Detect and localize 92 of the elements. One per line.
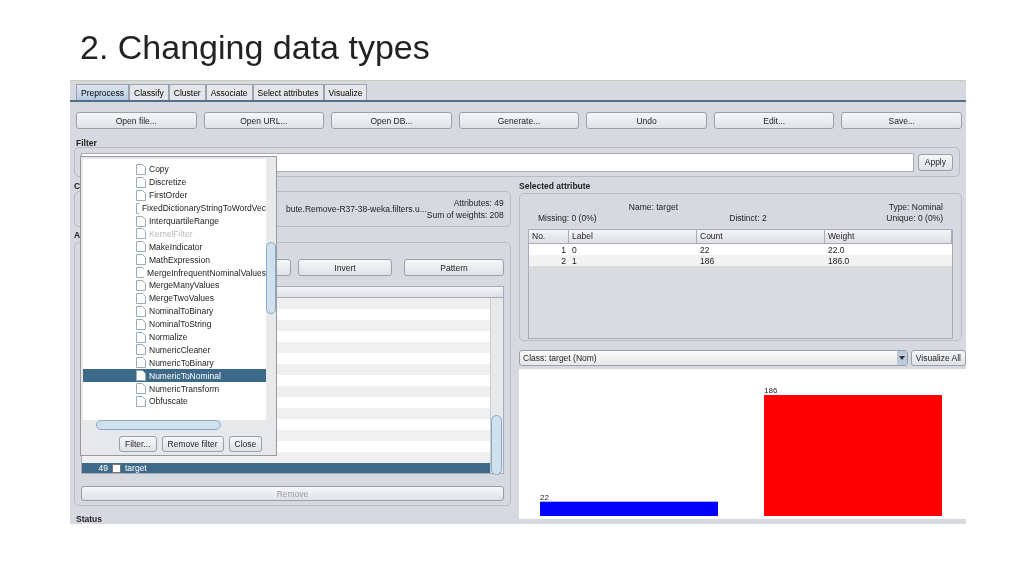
filter-item[interactable]: NumericToNominal <box>83 369 266 383</box>
filter-item[interactable]: NominalToBinary <box>83 304 266 318</box>
popup-button[interactable]: Close <box>228 436 263 452</box>
tab[interactable]: Cluster <box>168 84 206 100</box>
file-icon <box>136 383 146 395</box>
filter-item[interactable]: NumericToBinary <box>83 356 266 370</box>
column-header[interactable]: Label <box>569 230 697 243</box>
weights-sum: Sum of weights: 208 <box>426 210 504 220</box>
attribute-button[interactable]: Pattern <box>404 259 504 276</box>
filter-item[interactable]: Normalize <box>83 330 266 344</box>
table-cell-text: 0 <box>571 244 578 255</box>
file-icon <box>136 228 146 240</box>
scrollbar[interactable] <box>490 298 503 473</box>
table-cell-text: 2 <box>560 255 567 266</box>
filter-item[interactable]: MergeInfrequentNominalValues <box>83 266 266 279</box>
section-label: A <box>74 230 81 240</box>
filter-item[interactable]: NumericCleaner <box>83 343 266 357</box>
slide-title: 2. Changing data types <box>80 27 430 68</box>
toolbar-button[interactable]: Open DB... <box>331 112 452 129</box>
toolbar-button[interactable]: Save... <box>841 112 963 129</box>
file-icon <box>136 292 146 304</box>
tab[interactable]: Select attributes <box>252 84 324 100</box>
filter-item[interactable]: MergeManyValues <box>83 279 266 292</box>
toolbar-button[interactable]: Edit... <box>713 112 835 129</box>
tab[interactable]: Classify <box>129 84 169 100</box>
caret-icon <box>896 351 907 365</box>
popup-button[interactable]: Filter... <box>119 436 157 452</box>
attribute-button[interactable]: Invert <box>298 259 392 276</box>
table-cell-text: 1 <box>571 255 578 266</box>
visualize-all-button[interactable]: Visualize All <box>910 350 966 366</box>
toolbar-button[interactable]: Open URL... <box>203 112 325 129</box>
toolbar-button[interactable]: Undo <box>586 112 707 129</box>
table-cell-text: 1 <box>560 244 567 255</box>
row-number: 49 <box>97 463 108 473</box>
toolbar-button[interactable]: Open file... <box>76 112 197 129</box>
relation-name: bute.Remove-R37-38-weka.filters.u... <box>286 204 427 214</box>
filter-item[interactable]: FixedDictionaryStringToWordVec <box>83 201 266 215</box>
attribute-row[interactable]: 49 target <box>82 463 490 473</box>
file-icon <box>136 357 146 369</box>
column-header[interactable]: Weight <box>825 230 952 243</box>
filter-item[interactable]: MergeTwoValues <box>83 291 266 305</box>
scrollbar-thumb[interactable] <box>96 420 221 430</box>
table-cell-text: 186.0 <box>827 255 851 266</box>
attribute-name: target <box>125 463 147 473</box>
filter-item[interactable]: Obfuscate <box>83 395 266 408</box>
bar-label: 22 <box>540 492 549 502</box>
section-label: C <box>74 181 81 191</box>
attribute-info: Type: Nominal <box>888 202 943 212</box>
file-icon <box>136 305 146 317</box>
file-icon <box>136 370 146 382</box>
file-icon <box>136 279 146 291</box>
tab[interactable]: Preprocess <box>76 84 129 100</box>
filter-item[interactable]: MathExpression <box>83 253 266 267</box>
attributes-count: Attributes: 49 <box>453 198 504 208</box>
filter-item[interactable]: Copy <box>83 163 266 176</box>
file-icon <box>136 395 146 407</box>
toolbar-button[interactable]: Generate... <box>458 112 580 129</box>
file-icon <box>136 163 146 175</box>
bar-label: 186 <box>764 386 778 395</box>
file-icon <box>136 176 146 188</box>
filter-item[interactable]: MakeIndicator <box>83 240 266 254</box>
file-icon <box>136 267 145 279</box>
attribute-info: Distinct: 2 <box>729 213 767 223</box>
filter-item[interactable]: InterquartileRange <box>83 214 266 228</box>
attribute-info: Name: target <box>628 202 678 212</box>
column-header[interactable]: No. <box>529 230 569 243</box>
file-icon <box>136 331 146 343</box>
file-icon <box>136 241 146 253</box>
scrollbar-thumb[interactable] <box>266 242 276 314</box>
section-label: Selected attribute <box>519 181 591 191</box>
filter-item[interactable]: NominalToString <box>83 317 266 331</box>
tab[interactable]: Visualize <box>323 84 368 100</box>
table-cell-text: 186 <box>699 255 716 266</box>
apply-button[interactable]: Apply <box>917 153 953 171</box>
filter-item[interactable]: FirstOrder <box>83 188 266 202</box>
column-header[interactable]: Count <box>697 230 825 243</box>
file-icon <box>136 318 146 330</box>
attribute-info: Missing: 0 (0%) <box>538 213 598 223</box>
file-icon <box>136 344 146 356</box>
filter-item[interactable]: NumericTransform <box>83 382 266 396</box>
row-checkbox[interactable] <box>112 463 121 473</box>
popup-button[interactable]: Remove filter <box>161 436 224 452</box>
tab[interactable]: Associate <box>205 84 253 100</box>
class-dropdown[interactable]: Class: target (Nom) <box>519 350 908 366</box>
table-cell-text: 22 <box>699 244 711 255</box>
attribute-info: Unique: 0 (0%) <box>886 213 943 223</box>
table-cell-text: 22.0 <box>827 244 846 255</box>
section-label: Filter <box>76 138 97 148</box>
scrollbar-thumb[interactable] <box>491 415 502 475</box>
section-label: Status <box>76 514 102 524</box>
filter-item[interactable]: Discretize <box>83 175 266 189</box>
file-icon <box>136 254 146 266</box>
